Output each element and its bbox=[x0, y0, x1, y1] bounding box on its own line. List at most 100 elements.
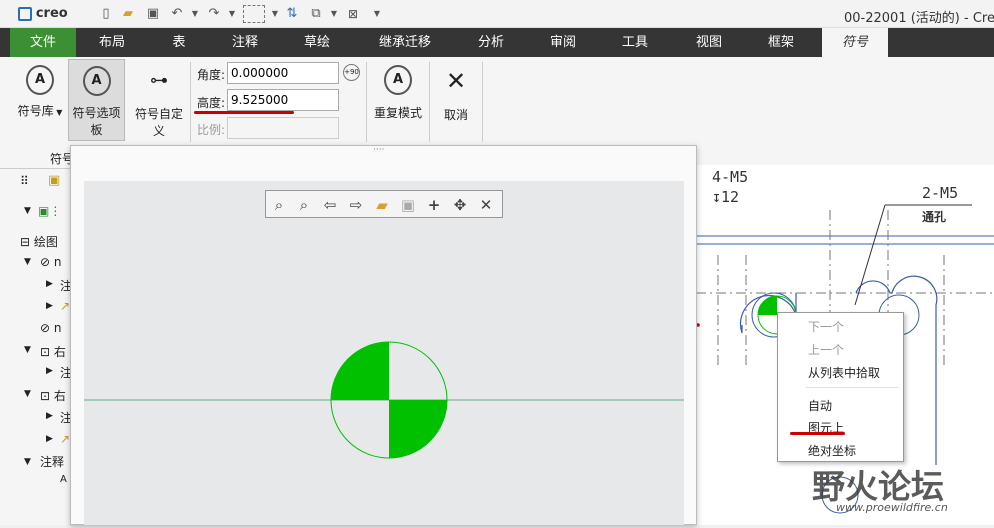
menu-item-next: 下一个 bbox=[808, 320, 845, 334]
symbol-quadrant-bottom-right bbox=[389, 400, 447, 458]
arrow-left-icon[interactable]: ⇦ bbox=[319, 194, 341, 216]
window-title: 00-22001 (活动的) - Cre bbox=[844, 11, 994, 26]
ribbon-divider bbox=[190, 62, 191, 142]
tree-settings-icon[interactable]: ▣⋮ bbox=[38, 204, 61, 218]
tab-table[interactable]: 表 bbox=[160, 28, 198, 57]
select-box-icon[interactable] bbox=[243, 5, 265, 23]
symbol-preview-canvas[interactable] bbox=[84, 181, 684, 525]
symbol-options-palette-button[interactable]: A 符号选项 板 bbox=[68, 59, 125, 141]
annotation-item-icon[interactable]: A bbox=[60, 474, 67, 485]
tab-symbol[interactable]: 符号 bbox=[822, 28, 888, 57]
tree-expand-icon[interactable]: ▼ bbox=[24, 206, 31, 216]
add-icon[interactable]: + bbox=[423, 194, 445, 216]
watermark-url: www.proewildfire.cn bbox=[836, 501, 948, 514]
creo-logo-text: creo bbox=[35, 6, 68, 21]
tree-collapse-icon[interactable]: ▶ bbox=[46, 301, 53, 311]
tree-expand-icon[interactable]: ▼ bbox=[24, 389, 31, 399]
tab-analysis[interactable]: 分析 bbox=[468, 28, 514, 57]
zoom-out-icon[interactable]: ⌕ bbox=[293, 194, 315, 216]
tree-collapse-icon[interactable]: ▶ bbox=[46, 434, 53, 444]
tree-expand-icon[interactable]: ▼ bbox=[24, 257, 31, 267]
tab-legacy-migration[interactable]: 继承迁移 bbox=[370, 28, 440, 57]
note-thread-spec[interactable]: 4-M5 bbox=[712, 168, 748, 186]
save-icon[interactable]: ▣ bbox=[397, 194, 419, 216]
layer-view-icon[interactable]: ▣ bbox=[48, 173, 60, 188]
chevron-down-icon: ▼ bbox=[53, 108, 63, 117]
tab-tools[interactable]: 工具 bbox=[612, 28, 658, 57]
tree-item-right[interactable]: ⊡ 右 bbox=[40, 343, 66, 360]
tab-view[interactable]: 视图 bbox=[686, 28, 732, 57]
tab-frame[interactable]: 框架 bbox=[758, 28, 804, 57]
redo-dropdown-icon[interactable]: ▼ bbox=[223, 5, 241, 23]
tree-item-drawing[interactable]: ⊟ 绘图 bbox=[20, 233, 58, 250]
note-through-hole[interactable]: 通孔 bbox=[922, 208, 946, 225]
tab-layout[interactable]: 布局 bbox=[86, 28, 138, 57]
customize-toolbar-icon[interactable]: ▼ bbox=[368, 5, 386, 23]
placement-context-menu: 下一个 上一个 从列表中拾取 自动 图元上 绝对坐标 bbox=[777, 312, 904, 462]
symbol-quadrant-top-left bbox=[331, 342, 389, 400]
undo-icon[interactable]: ↶ bbox=[168, 5, 186, 23]
menu-item-pick-from-list[interactable]: 从列表中拾取 bbox=[808, 364, 880, 381]
move-icon[interactable]: ✥ bbox=[449, 194, 471, 216]
creo-logo: creo bbox=[18, 6, 78, 22]
custom-symbol-icon: ⊶ bbox=[150, 70, 168, 91]
windows-dropdown-icon[interactable]: ▼ bbox=[325, 5, 343, 23]
leader-line bbox=[854, 204, 886, 306]
open-folder-icon[interactable]: ▰ bbox=[119, 5, 137, 23]
dialog-grip[interactable]: ···· bbox=[373, 145, 384, 155]
redo-icon[interactable]: ↷ bbox=[205, 5, 223, 23]
arrow-right-icon[interactable]: ⇨ bbox=[345, 194, 367, 216]
tree-expand-icon[interactable]: ▼ bbox=[24, 457, 31, 467]
scale-field[interactable] bbox=[227, 117, 339, 139]
tree-item-right[interactable]: ⊡ 右 bbox=[40, 387, 66, 404]
new-file-icon[interactable]: ▯ bbox=[97, 5, 115, 23]
symbol-options-label-1: 符号选项 bbox=[72, 106, 121, 120]
tree-item-n[interactable]: ⊘ n bbox=[40, 255, 61, 269]
tree-view-icon[interactable]: ⠿ bbox=[20, 174, 29, 188]
windows-icon[interactable]: ⧉ bbox=[307, 5, 325, 23]
tree-item-annotation[interactable]: 注释 bbox=[40, 453, 64, 470]
tab-annotate[interactable]: 注释 bbox=[222, 28, 268, 57]
menu-item-auto[interactable]: 自动 bbox=[808, 397, 832, 414]
zoom-in-icon[interactable]: ⌕ bbox=[268, 194, 290, 216]
close-window-icon[interactable]: ⊠ bbox=[344, 5, 362, 23]
open-folder-icon[interactable]: ▰ bbox=[371, 194, 393, 216]
ribbon-divider bbox=[366, 62, 367, 142]
height-field[interactable] bbox=[227, 89, 339, 111]
tab-review[interactable]: 审阅 bbox=[540, 28, 586, 57]
close-icon[interactable]: ✕ bbox=[475, 194, 497, 216]
select-dropdown-icon[interactable]: ▼ bbox=[266, 5, 284, 23]
symbol-custom-label-2: 义 bbox=[152, 124, 165, 138]
repeat-mode-button[interactable]: A 重复模式 bbox=[370, 63, 426, 123]
symbol-custom-label-1: 符号自定 bbox=[134, 107, 183, 121]
symbol-library-label: 符号库 bbox=[17, 104, 54, 118]
close-icon: ✕ bbox=[445, 67, 467, 95]
symbol-preview-quadrant bbox=[758, 296, 777, 315]
tree-collapse-icon[interactable]: ▶ bbox=[46, 366, 53, 376]
tree-collapse-icon[interactable]: ▶ bbox=[46, 279, 53, 289]
note-thread-depth[interactable]: ↧12 bbox=[712, 188, 739, 206]
undo-dropdown-icon[interactable]: ▼ bbox=[186, 5, 204, 23]
note-hole-spec[interactable]: 2-M5 bbox=[922, 184, 958, 202]
dimension-icon[interactable]: ↗ bbox=[60, 299, 70, 313]
menu-item-absolute-coords[interactable]: 绝对坐标 bbox=[808, 442, 856, 459]
dimension-icon[interactable]: ↗ bbox=[60, 432, 70, 446]
height-underline-annotation bbox=[194, 111, 294, 114]
symbol-custom-button[interactable]: ⊶ 符号自定 义 bbox=[130, 63, 188, 141]
tree-expand-icon[interactable]: ▼ bbox=[24, 345, 31, 355]
scale-label: 比例: bbox=[197, 123, 226, 137]
tree-collapse-icon[interactable]: ▶ bbox=[46, 411, 53, 421]
symbol-palette-icon: A bbox=[82, 66, 111, 96]
tree-item-n[interactable]: ⊘ n bbox=[40, 321, 61, 335]
cancel-button[interactable]: ✕ 取消 bbox=[434, 63, 478, 123]
tab-file[interactable]: 文件 bbox=[10, 28, 76, 57]
symbol-library-button[interactable]: A 符号库 ▼ bbox=[12, 63, 68, 125]
symbol-library-icon: A bbox=[26, 65, 54, 95]
rotate-90-button[interactable]: +90 bbox=[343, 64, 360, 81]
angle-field[interactable] bbox=[227, 62, 339, 84]
tab-sketch[interactable]: 草绘 bbox=[294, 28, 340, 57]
repeat-mode-label: 重复模式 bbox=[373, 106, 422, 120]
regenerate-icon[interactable]: ⇅ bbox=[283, 5, 301, 23]
menu-divider bbox=[806, 387, 898, 388]
save-icon[interactable]: ▣ bbox=[144, 5, 162, 23]
